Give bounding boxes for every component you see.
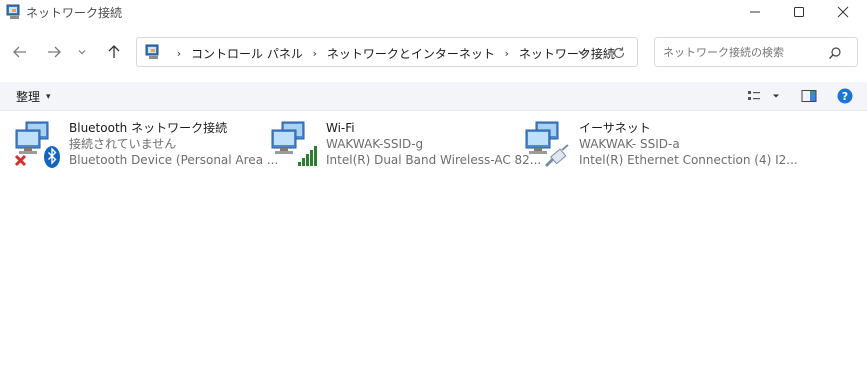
back-button[interactable]: [8, 40, 32, 64]
bluetooth-network-icon: [14, 118, 62, 168]
wifi-network-icon: [270, 118, 318, 166]
refresh-icon: [613, 47, 625, 59]
caret-down-icon: [773, 94, 779, 98]
change-view-button[interactable]: [746, 88, 782, 104]
title-bar: ネットワーク接続: [0, 0, 867, 28]
network-connections-app-icon: [6, 4, 22, 20]
connection-status: 接続されていません: [69, 137, 177, 151]
search-icon[interactable]: [827, 45, 843, 61]
breadcrumb-separator[interactable]: ›: [173, 47, 185, 60]
chevron-down-icon: [78, 50, 86, 55]
maximize-icon: [794, 7, 804, 17]
svg-text:?: ?: [842, 90, 848, 103]
connection-item-bluetooth[interactable]: Bluetooth ネットワーク接続 接続されていません Bluetooth D…: [14, 118, 278, 170]
connection-device: Intel(R) Ethernet Connection (4) I2...: [579, 153, 798, 167]
search-box[interactable]: [654, 37, 858, 67]
help-icon: ?: [837, 88, 853, 104]
connection-status: WAKWAK- SSID-a: [579, 137, 680, 151]
organize-menu-button[interactable]: 整理 ▾: [16, 88, 51, 105]
forward-button[interactable]: [42, 40, 66, 64]
view-options-icon: [748, 91, 760, 100]
chevron-down-icon: [578, 50, 588, 56]
up-button[interactable]: [102, 40, 126, 64]
window-title: ネットワーク接続: [26, 6, 123, 20]
connection-name: Wi-Fi: [326, 121, 355, 135]
caret-down-icon: ▾: [46, 91, 51, 102]
arrow-left-icon: [13, 46, 26, 58]
connection-name: Bluetooth ネットワーク接続: [69, 121, 228, 135]
connection-name: イーサネット: [579, 121, 651, 135]
preview-pane-button[interactable]: [800, 88, 818, 104]
breadcrumb-control-panel[interactable]: コントロール パネル: [191, 45, 303, 62]
close-button[interactable]: [821, 0, 865, 24]
command-bar: 整理 ▾ ?: [0, 82, 867, 111]
breadcrumb: › コントロール パネル › ネットワークとインターネット › ネットワーク接続: [167, 45, 615, 62]
address-dropdown-button[interactable]: [575, 45, 591, 61]
organize-label: 整理: [16, 90, 41, 104]
search-input[interactable]: [663, 44, 823, 60]
address-bar[interactable]: › コントロール パネル › ネットワークとインターネット › ネットワーク接続: [136, 37, 638, 67]
minimize-button[interactable]: [733, 0, 777, 24]
help-button[interactable]: ?: [836, 88, 854, 104]
connection-device: Intel(R) Dual Band Wireless-AC 82...: [326, 153, 542, 167]
arrow-right-icon: [48, 46, 61, 58]
preview-pane-icon: [801, 90, 817, 102]
connection-item-ethernet[interactable]: イーサネット WAKWAK- SSID-a Intel(R) Ethernet …: [524, 118, 798, 170]
arrow-up-icon: [108, 45, 120, 58]
breadcrumb-network-connections[interactable]: ネットワーク接続: [519, 45, 615, 62]
control-panel-icon: [145, 44, 161, 60]
breadcrumb-separator[interactable]: ›: [501, 47, 513, 60]
connection-device: Bluetooth Device (Personal Area ...: [69, 153, 279, 167]
ethernet-network-icon: [524, 118, 572, 168]
close-icon: [837, 6, 849, 18]
breadcrumb-network-and-internet[interactable]: ネットワークとインターネット: [327, 45, 495, 62]
connection-item-wifi[interactable]: Wi-Fi WAKWAK-SSID-g Intel(R) Dual Band W…: [270, 118, 541, 170]
breadcrumb-separator[interactable]: ›: [309, 47, 321, 60]
refresh-button[interactable]: [611, 45, 627, 61]
connection-status: WAKWAK-SSID-g: [326, 137, 424, 151]
maximize-button[interactable]: [777, 0, 821, 24]
minimize-icon: [750, 11, 760, 13]
recent-locations-button[interactable]: [72, 40, 92, 64]
